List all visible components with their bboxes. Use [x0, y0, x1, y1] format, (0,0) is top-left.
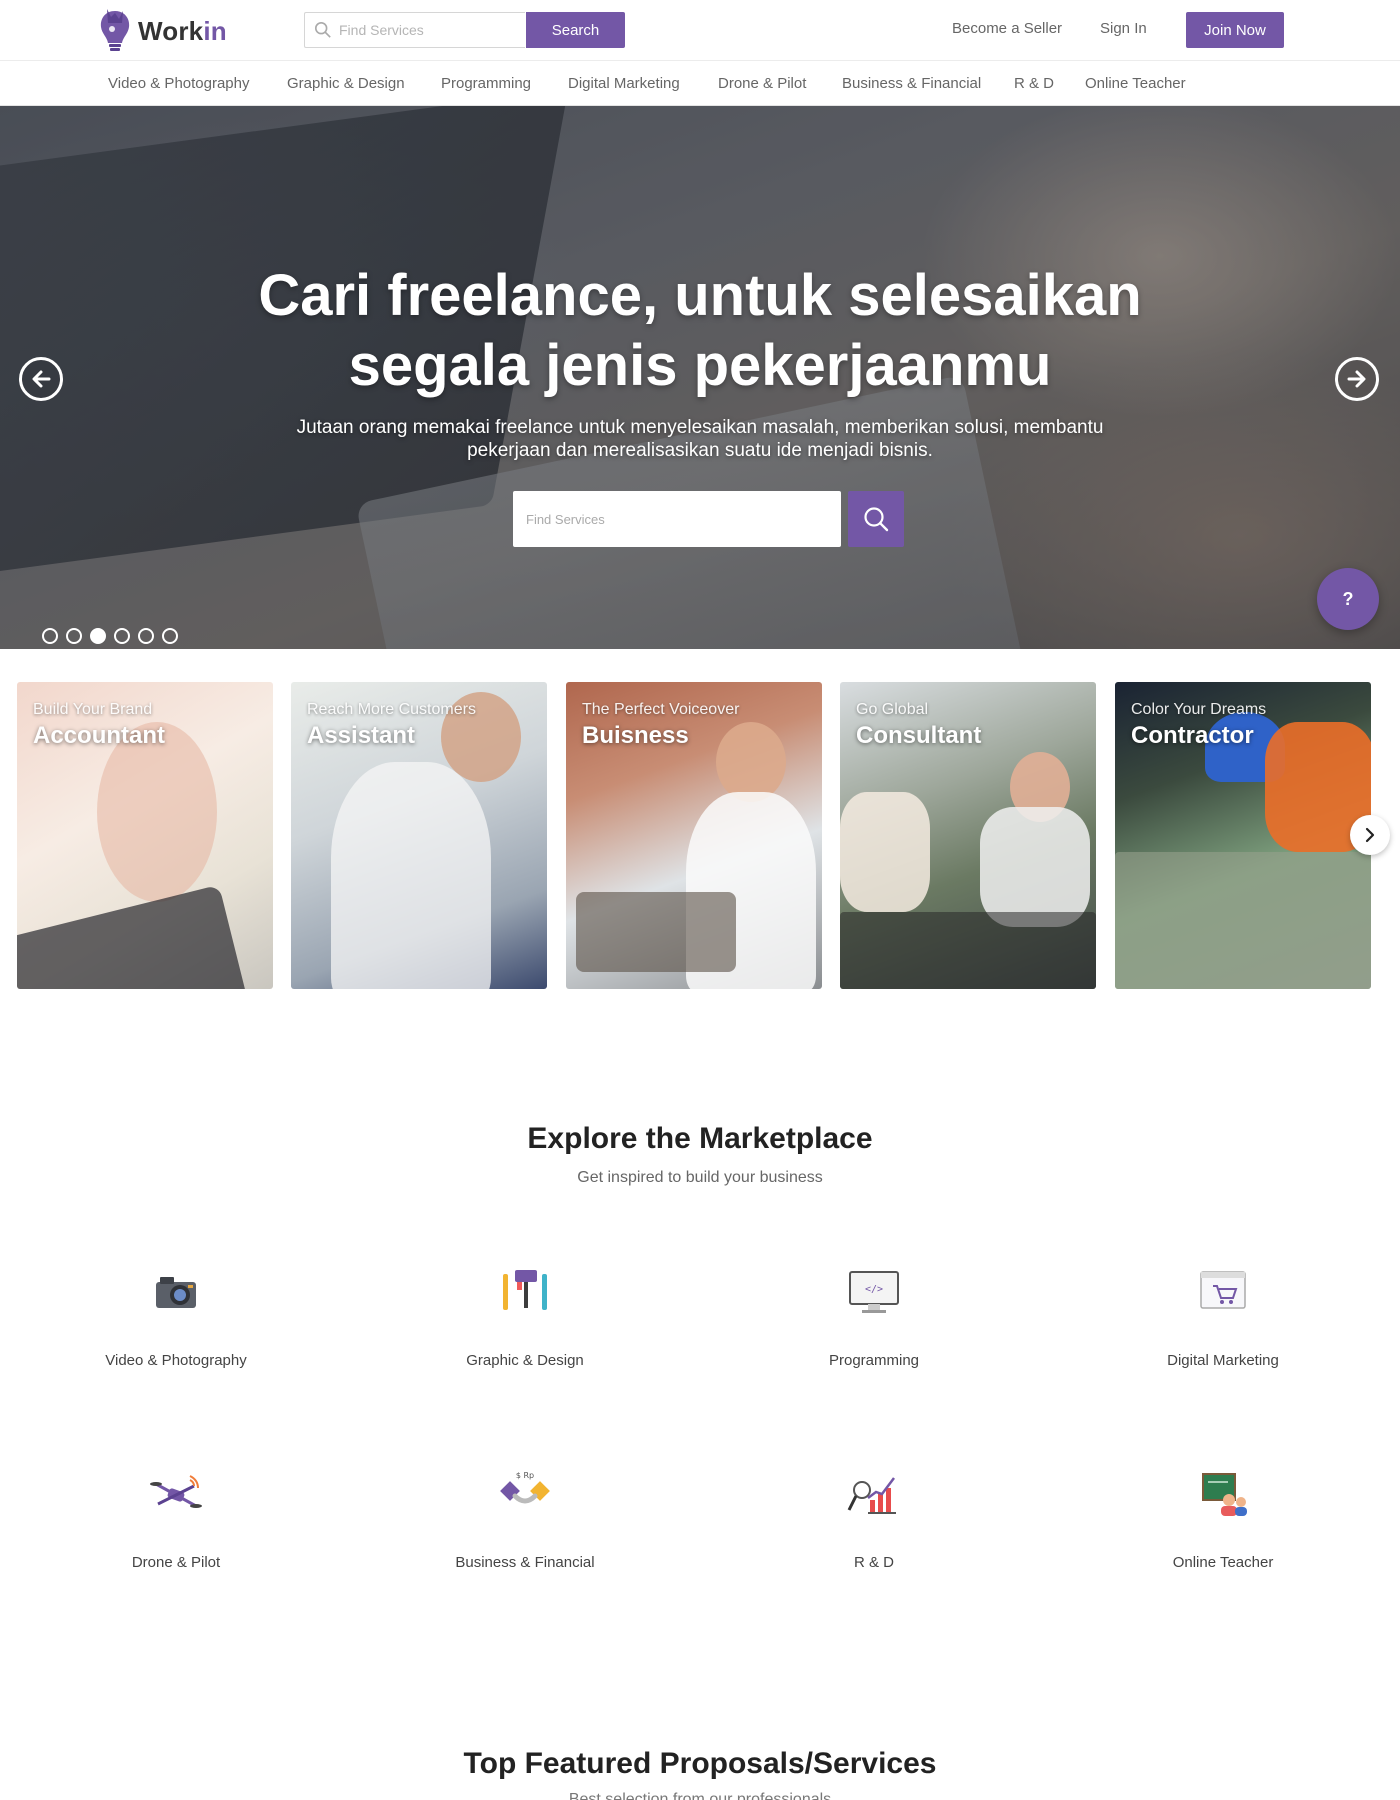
slider-dot[interactable]: [42, 628, 58, 644]
explore-category-drone-pilot[interactable]: Drone & Pilot: [26, 1464, 326, 1571]
become-seller-link[interactable]: Become a Seller: [952, 20, 1062, 37]
card-image-face: [716, 722, 786, 802]
hero-slider: Cari freelance, untuk selesaikan segala …: [0, 106, 1400, 649]
card-title: Consultant: [856, 722, 982, 749]
join-now-button[interactable]: Join Now: [1186, 12, 1284, 48]
service-card-business[interactable]: The Perfect Voiceover Buisness: [566, 682, 822, 989]
card-title: Buisness: [582, 722, 689, 749]
explore-subtitle: Get inspired to build your business: [577, 1169, 823, 1186]
card-image-ground: [1115, 852, 1371, 989]
paint-tools-icon: [503, 1270, 547, 1310]
nav-item-r-and-d[interactable]: R & D: [1014, 75, 1054, 92]
growth-chart-icon: [847, 1477, 896, 1514]
explore-category-label: Drone & Pilot: [131, 1554, 221, 1571]
explore-category-label: R & D: [853, 1554, 894, 1571]
category-nav: Video & Photography Graphic & Design Pro…: [0, 62, 1400, 106]
handshake-icon: $ Rp: [500, 1471, 550, 1504]
card-title: Assistant: [307, 722, 416, 749]
logo[interactable]: Workin: [98, 7, 227, 55]
explore-title: Explore the Marketplace: [527, 1122, 873, 1155]
explore-category-business-financial[interactable]: $ Rp Business & Financial: [375, 1464, 675, 1571]
hero-prev-button[interactable]: [19, 357, 63, 401]
hero-title-line-2: segala jenis pekerjaanmu: [348, 333, 1052, 398]
service-cards: Build Your Brand Accountant Reach More C…: [17, 682, 1377, 990]
slider-dot[interactable]: [162, 628, 178, 644]
explore-category-label: Online Teacher: [1172, 1554, 1274, 1571]
service-card-consultant[interactable]: Go Global Consultant: [840, 682, 1096, 989]
header-search-box: [304, 12, 525, 48]
card-tag: Build Your Brand: [33, 701, 153, 718]
card-tag: Color Your Dreams: [1131, 701, 1267, 718]
service-card-assistant[interactable]: Reach More Customers Assistant: [291, 682, 547, 989]
drone-icon: [150, 1475, 202, 1508]
card-title: Accountant: [33, 722, 165, 749]
card-image-desk: [840, 912, 1096, 989]
slider-dot[interactable]: [138, 628, 154, 644]
nav-item-programming[interactable]: Programming: [441, 75, 531, 92]
header-search-button[interactable]: Search: [526, 12, 625, 48]
card-image: [331, 762, 491, 989]
explore-category-label: Business & Financial: [455, 1554, 595, 1571]
slider-dot[interactable]: [114, 628, 130, 644]
nav-item-drone-pilot[interactable]: Drone & Pilot: [718, 75, 806, 92]
explore-category-graphic-design[interactable]: Graphic & Design: [375, 1262, 675, 1369]
slider-dot[interactable]: [66, 628, 82, 644]
nav-item-digital-marketing[interactable]: Digital Marketing: [568, 75, 680, 92]
camera-icon: [156, 1277, 196, 1308]
search-icon: [864, 507, 889, 532]
hero-next-button[interactable]: [1335, 357, 1379, 401]
logo-text: Workin: [138, 15, 227, 46]
nav-item-graphic-design[interactable]: Graphic & Design: [287, 75, 405, 92]
help-button[interactable]: ?: [1317, 568, 1379, 630]
cards-next-button[interactable]: [1350, 815, 1390, 855]
slider-dot-active[interactable]: [90, 628, 106, 644]
nav-item-video-photography[interactable]: Video & Photography: [108, 75, 250, 92]
hero-subtitle: Jutaan orang memakai freelance untuk men…: [220, 416, 1180, 462]
card-image-table: [576, 892, 736, 972]
explore-category-programming[interactable]: </> Programming: [724, 1262, 1024, 1369]
explore-category-label: Video & Photography: [105, 1352, 247, 1369]
service-card-accountant[interactable]: Build Your Brand Accountant: [17, 682, 273, 989]
featured-subtitle: Best selection from our professionals: [568, 1791, 832, 1800]
explore-category-video-photography[interactable]: Video & Photography: [26, 1262, 326, 1369]
svg-text:</>: </>: [865, 1284, 883, 1295]
hero-search-input[interactable]: [513, 491, 841, 547]
shopping-cart-icon: [1200, 1271, 1246, 1309]
sign-in-link[interactable]: Sign In: [1100, 20, 1147, 37]
header-search-input[interactable]: [339, 22, 519, 38]
card-title: Contractor: [1131, 722, 1254, 749]
top-bar: Workin Search Become a Seller Sign In Jo…: [0, 0, 1400, 61]
hero-title: Cari freelance, untuk selesaikan segala …: [150, 261, 1250, 401]
explore-category-online-teacher[interactable]: Online Teacher: [1073, 1464, 1373, 1571]
chevron-right-icon: [1365, 827, 1375, 843]
card-tag: The Perfect Voiceover: [582, 701, 740, 718]
service-card-contractor[interactable]: Color Your Dreams Contractor: [1115, 682, 1371, 989]
slider-dots: [42, 628, 178, 644]
card-tag: Reach More Customers: [307, 701, 476, 718]
question-icon: ?: [1342, 588, 1354, 609]
search-icon: [314, 21, 331, 38]
nav-item-business-financial[interactable]: Business & Financial: [842, 75, 981, 92]
card-image-calculator: [17, 884, 248, 989]
explore-category-r-and-d[interactable]: R & D: [724, 1464, 1024, 1571]
svg-text:$ Rp: $ Rp: [516, 1471, 534, 1480]
hero-title-line-1: Cari freelance, untuk selesaikan: [258, 263, 1142, 328]
code-monitor-icon: </>: [849, 1271, 899, 1313]
arrow-right-icon: [1347, 370, 1366, 388]
lightbulb-logo-icon: [100, 9, 130, 51]
explore-category-label: Digital Marketing: [1167, 1352, 1279, 1369]
card-image-woman: [840, 792, 930, 912]
card-image: [980, 807, 1090, 927]
teacher-board-icon: [1202, 1473, 1247, 1516]
explore-category-label: Graphic & Design: [466, 1352, 584, 1369]
explore-category-digital-marketing[interactable]: Digital Marketing: [1073, 1262, 1373, 1369]
featured-title: Top Featured Proposals/Services: [463, 1747, 937, 1780]
arrow-left-icon: [32, 370, 51, 388]
explore-category-label: Programming: [828, 1352, 920, 1369]
nav-item-online-teacher[interactable]: Online Teacher: [1085, 75, 1186, 92]
card-tag: Go Global: [856, 701, 929, 718]
hero-search-button[interactable]: [848, 491, 904, 547]
hero-subtitle-line-1: Jutaan orang memakai freelance untuk men…: [296, 417, 1104, 438]
hero-subtitle-line-2: pekerjaan dan merealisasikan suatu ide m…: [467, 440, 933, 461]
